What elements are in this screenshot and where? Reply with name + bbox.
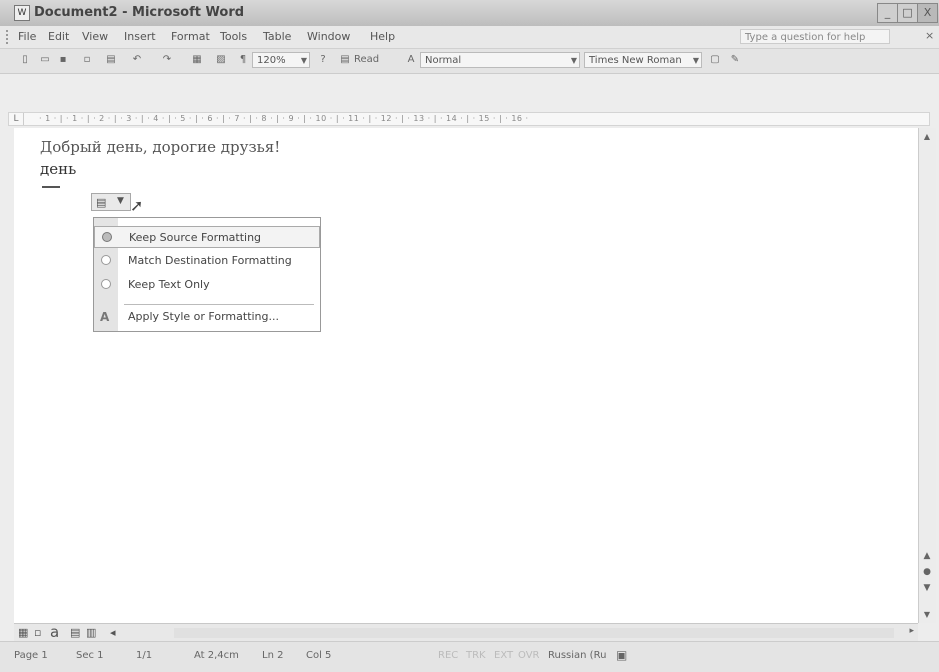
redo-icon[interactable]: ↷	[160, 53, 174, 67]
chevron-down-icon: ▼	[570, 56, 577, 65]
menu-divider	[124, 304, 314, 305]
reading-view-icon[interactable]: ▥	[86, 626, 96, 639]
status-ext[interactable]: EXT	[494, 650, 513, 661]
menu-format[interactable]: Format	[171, 30, 210, 43]
styles-formatting-icon[interactable]: A	[404, 53, 418, 67]
minimize-button[interactable]: _	[877, 3, 898, 23]
document-map-icon[interactable]: ▨	[214, 53, 228, 67]
paste-options-button[interactable]: ▤ ▼	[91, 193, 131, 211]
view-and-horizontal-scroll-bar: ▦ ▫ a ▤ ▥ ◂ ▸	[14, 623, 918, 642]
status-ovr[interactable]: OVR	[518, 650, 539, 661]
menu-help[interactable]: Help	[370, 30, 395, 43]
standard-toolbar: ▯ ▭ ▪ ▫ ▤ ↶ ↷ ▦ ▨ ¶ 120% ▼ ? ▤ Read A No…	[0, 48, 939, 74]
chevron-down-icon: ▼	[300, 56, 307, 65]
spelling-status-icon[interactable]: ▣	[616, 648, 627, 662]
status-rec[interactable]: REC	[438, 650, 458, 661]
font-dropdown[interactable]: Times New Roman ▼	[584, 52, 702, 68]
status-at: At 2,4cm	[194, 650, 239, 661]
browse-object-icon[interactable]: ▲ ● ▼	[921, 548, 933, 596]
status-line: Ln 2	[262, 650, 284, 661]
status-column: Col 5	[306, 650, 332, 661]
vertical-scrollbar[interactable]: ▲ ▲ ● ▼ ▼	[918, 128, 936, 623]
option-label: Keep Text Only	[128, 278, 210, 291]
new-document-icon[interactable]: ▯	[18, 53, 32, 67]
option-label: Match Destination Formatting	[128, 254, 292, 267]
table-icon[interactable]: ▦	[190, 53, 204, 67]
option-keep-source-formatting[interactable]: Keep Source Formatting	[94, 226, 320, 248]
menu-table[interactable]: Table	[263, 30, 291, 43]
outline-view-icon[interactable]: ▤	[70, 626, 80, 639]
text-cursor-marker	[42, 186, 60, 188]
menu-tools[interactable]: Tools	[220, 30, 247, 43]
read-mode-icon[interactable]: ▤	[338, 53, 352, 67]
normal-view-icon[interactable]: ▦	[18, 626, 28, 639]
chevron-down-icon: ▼	[117, 196, 124, 206]
horizontal-scroll-track[interactable]	[174, 628, 894, 638]
menu-file[interactable]: File	[18, 30, 36, 43]
option-label: Keep Source Formatting	[129, 231, 262, 244]
help-question-box[interactable]: Type a question for help	[740, 29, 890, 44]
scroll-up-icon[interactable]: ▲	[920, 130, 934, 144]
menu-window[interactable]: Window	[307, 30, 350, 43]
read-label[interactable]: Read	[354, 54, 379, 65]
undo-icon[interactable]: ↶	[130, 53, 144, 67]
window-title: Document2 - Microsoft Word	[34, 5, 245, 20]
document-line-1: Добрый день, дорогие друзья!	[40, 138, 281, 156]
title-bar: W Document2 - Microsoft Word _ □ X	[0, 0, 939, 27]
option-apply-style-or-formatting[interactable]: A Apply Style or Formatting...	[94, 306, 320, 328]
menu-grip[interactable]	[6, 30, 11, 44]
show-formatting-icon[interactable]: ¶	[236, 53, 250, 67]
style-dropdown[interactable]: Normal ▼	[420, 52, 580, 68]
status-page: Page 1	[14, 650, 48, 661]
font-value: Times New Roman	[589, 55, 682, 66]
style-value: Normal	[425, 55, 462, 66]
zoom-value: 120%	[257, 55, 286, 66]
highlight-icon[interactable]: ✎	[728, 53, 742, 67]
word-window: W Document2 - Microsoft Word _ □ X File …	[0, 0, 939, 672]
status-section: Sec 1	[76, 650, 104, 661]
horizontal-ruler[interactable]: L · 1 · | · 1 · | · 2 · | · 3 · | · 4 · …	[8, 112, 930, 126]
option-keep-text-only[interactable]: Keep Text Only	[94, 274, 320, 296]
help-icon[interactable]: ?	[316, 53, 330, 67]
status-language: Russian (Ru	[548, 650, 607, 661]
print-layout-icon[interactable]: a	[50, 623, 59, 641]
styles-formatting-icon: A	[100, 310, 110, 324]
zoom-dropdown[interactable]: 120% ▼	[252, 52, 310, 68]
document-area[interactable]: Добрый день, дорогие друзья! день ▤ ▼ ➚ …	[14, 128, 918, 623]
print-preview-icon[interactable]: ▫	[80, 53, 94, 67]
scroll-right-icon[interactable]: ▸	[909, 626, 914, 636]
menu-edit[interactable]: Edit	[48, 30, 69, 43]
radio-icon	[101, 255, 111, 265]
ruler-ticks: · 1 · | · 1 · | · 2 · | · 3 · | · 4 · | …	[39, 114, 529, 123]
tab-selector-icon[interactable]: L	[9, 113, 24, 125]
status-bar: Page 1 Sec 1 1/1 At 2,4cm Ln 2 Col 5 REC…	[0, 641, 939, 672]
status-pages: 1/1	[136, 650, 153, 661]
radio-selected-icon	[102, 232, 112, 242]
open-folder-icon[interactable]: ▭	[38, 53, 52, 67]
paste-icon[interactable]: ▤	[104, 53, 118, 67]
clipboard-icon: ▤	[96, 196, 107, 209]
border-icon[interactable]: ▢	[708, 53, 722, 67]
scroll-down-icon[interactable]: ▼	[920, 608, 934, 622]
web-view-icon[interactable]: ▫	[34, 626, 41, 639]
word-document-icon: W	[14, 5, 30, 21]
scroll-left-icon[interactable]: ◂	[110, 626, 116, 639]
save-icon[interactable]: ▪	[56, 53, 70, 67]
close-document-icon[interactable]: ×	[925, 29, 934, 42]
maximize-button[interactable]: □	[897, 3, 918, 23]
close-button[interactable]: X	[917, 3, 938, 23]
mouse-pointer-icon: ➚	[130, 196, 144, 215]
option-label: Apply Style or Formatting...	[128, 310, 280, 323]
option-match-destination-formatting[interactable]: Match Destination Formatting	[94, 250, 320, 272]
menu-bar: File Edit View Insert Format Tools Table…	[0, 26, 939, 48]
document-line-2: день	[40, 160, 77, 178]
menu-insert[interactable]: Insert	[124, 30, 156, 43]
chevron-down-icon: ▼	[692, 56, 699, 65]
menu-view[interactable]: View	[82, 30, 108, 43]
status-trk[interactable]: TRK	[466, 650, 486, 661]
radio-icon	[101, 279, 111, 289]
paste-options-menu: Keep Source Formatting Match Destination…	[93, 217, 321, 332]
